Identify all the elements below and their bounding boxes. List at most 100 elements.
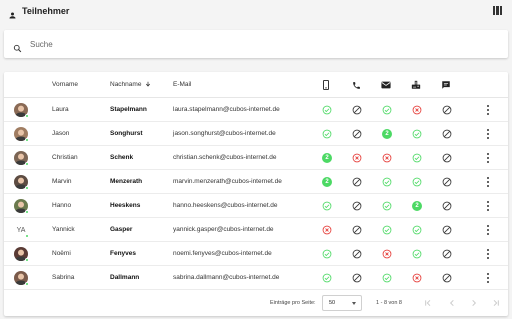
- cell-email: laura.stapelmann@cubos-internet.de: [173, 106, 280, 113]
- online-status-dot: [25, 138, 29, 142]
- cell-vorname: Laura: [52, 106, 69, 113]
- column-vorname[interactable]: Vorname: [52, 81, 78, 88]
- fax-check-circle-icon: [412, 153, 422, 163]
- more-vert-icon[interactable]: [486, 177, 490, 187]
- cell-email: christian.schenk@cubos-internet.de: [173, 154, 277, 161]
- view-columns-icon[interactable]: [493, 6, 502, 15]
- smartphone-check-circle-icon: [322, 249, 332, 259]
- cell-email: yannick.gasper@cubos-internet.de: [173, 226, 274, 233]
- cell-nachname: Menzerath: [110, 178, 143, 185]
- smartphone-count-badge: 2: [322, 153, 332, 163]
- cell-email: jason.songhurst@cubos-internet.de: [173, 130, 276, 137]
- smartphone-check-circle-icon: [322, 129, 332, 139]
- search-bar: [4, 30, 508, 58]
- cell-vorname: Christian: [52, 154, 78, 161]
- fax-check-circle-icon: [412, 249, 422, 259]
- chat-block-icon: [442, 273, 452, 283]
- table-row[interactable]: Hanno Heeskens hanno.heeskens@cubos-intern…: [4, 194, 508, 218]
- mail-cross-circle-icon: [382, 153, 392, 163]
- cell-vorname: Yannick: [52, 226, 75, 233]
- count-badge: 2: [322, 153, 332, 163]
- online-status-dot: [25, 162, 29, 166]
- smartphone-cross-circle-icon: [322, 225, 332, 235]
- phone-block-icon: [352, 225, 362, 235]
- chat-block-icon: [442, 105, 452, 115]
- phone-block-icon: [352, 129, 362, 139]
- chat-block-icon: [442, 153, 452, 163]
- more-vert-icon[interactable]: [486, 105, 490, 115]
- online-status-dot: [25, 114, 29, 118]
- more-vert-icon[interactable]: [486, 153, 490, 163]
- column-email[interactable]: E-Mail: [173, 81, 191, 88]
- fax-check-circle-icon: [412, 225, 422, 235]
- cell-email: noemi.fenyves@cubos-internet.de: [173, 250, 272, 257]
- cell-nachname: Dallmann: [110, 274, 140, 281]
- smartphone-count-badge: 2: [322, 177, 332, 187]
- column-nachname-label: Nachname: [110, 81, 142, 88]
- more-vert-icon[interactable]: [486, 273, 490, 283]
- table-row[interactable]: Marvin Menzerath marvin.menzerath@cubos-in…: [4, 170, 508, 194]
- person-icon: [8, 7, 17, 18]
- first-page-icon[interactable]: [424, 299, 432, 307]
- table-row[interactable]: Noëmi Fenyves noemi.fenyves@cubos-internet…: [4, 242, 508, 266]
- top-bar: Teilnehmer: [0, 0, 512, 22]
- smartphone-check-circle-icon: [322, 105, 332, 115]
- more-vert-icon[interactable]: [486, 201, 490, 211]
- table-row[interactable]: Sabrina Dallmann sabrina.dallmann@cubos-in…: [4, 266, 508, 290]
- previous-page-icon[interactable]: [448, 299, 456, 307]
- smartphone-check-circle-icon: [322, 273, 332, 283]
- mail-count-badge: 2: [382, 129, 392, 139]
- fax-check-circle-icon: [412, 177, 422, 187]
- chat-block-icon: [442, 225, 452, 235]
- more-vert-icon[interactable]: [486, 129, 490, 139]
- table-pagination: Einträge pro Seite: 50 1 - 8 von 8: [4, 290, 508, 316]
- cell-vorname: Noëmi: [52, 250, 71, 257]
- search-icon: [13, 40, 22, 52]
- mail-check-circle-icon: [382, 177, 392, 187]
- dropdown-arrow-icon: [352, 302, 356, 305]
- cell-vorname: Hanno: [52, 202, 72, 209]
- phone-block-icon: [352, 177, 362, 187]
- cell-vorname: Marvin: [52, 178, 72, 185]
- online-status-dot: [25, 210, 29, 214]
- table-row[interactable]: Jason Songhurst jason.songhurst@cubos-inte…: [4, 122, 508, 146]
- next-page-icon[interactable]: [470, 299, 478, 307]
- fax-check-circle-icon: [412, 129, 422, 139]
- online-status-dot: [25, 282, 29, 286]
- count-badge: 2: [412, 201, 422, 211]
- fax-cross-circle-icon: [412, 273, 422, 283]
- phone-block-icon: [352, 273, 362, 283]
- count-badge: 2: [322, 177, 332, 187]
- rows-per-page-label: Einträge pro Seite:: [270, 300, 316, 306]
- participants-table: Vorname Nachname E-Mail Laura Stapelmann l…: [4, 72, 508, 316]
- search-input[interactable]: [30, 39, 430, 49]
- mail-icon: [381, 80, 391, 90]
- more-vert-icon[interactable]: [486, 249, 490, 259]
- page-range: 1 - 8 von 8: [376, 300, 402, 306]
- table-row[interactable]: YA Yannick Gasper yannick.gasper@cubos-inte…: [4, 218, 508, 242]
- column-nachname[interactable]: Nachname: [110, 81, 151, 88]
- fax-icon: [411, 80, 421, 90]
- cell-nachname: Stapelmann: [110, 106, 147, 113]
- last-page-icon[interactable]: [492, 299, 500, 307]
- rows-per-page-select[interactable]: 50: [322, 295, 362, 311]
- cell-nachname: Heeskens: [110, 202, 141, 209]
- table-row[interactable]: Christian Schenk christian.schenk@cubos-in…: [4, 146, 508, 170]
- cell-vorname: Jason: [52, 130, 70, 137]
- mail-check-circle-icon: [382, 201, 392, 211]
- mail-check-circle-icon: [382, 273, 392, 283]
- online-status-dot: [25, 258, 29, 262]
- cell-email: marvin.menzerath@cubos-internet.de: [173, 178, 282, 185]
- chat-block-icon: [442, 249, 452, 259]
- table-row[interactable]: Laura Stapelmann laura.stapelmann@cubos-in…: [4, 98, 508, 122]
- cell-nachname: Gasper: [110, 226, 133, 233]
- page-title: Teilnehmer: [22, 6, 70, 16]
- cell-vorname: Sabrina: [52, 274, 75, 281]
- chat-block-icon: [442, 177, 452, 187]
- count-badge: 2: [382, 129, 392, 139]
- more-vert-icon[interactable]: [486, 225, 490, 235]
- phone-icon: [351, 80, 361, 90]
- phone-block-icon: [352, 105, 362, 115]
- arrow-down-icon: [145, 81, 151, 87]
- smartphone-check-circle-icon: [322, 201, 332, 211]
